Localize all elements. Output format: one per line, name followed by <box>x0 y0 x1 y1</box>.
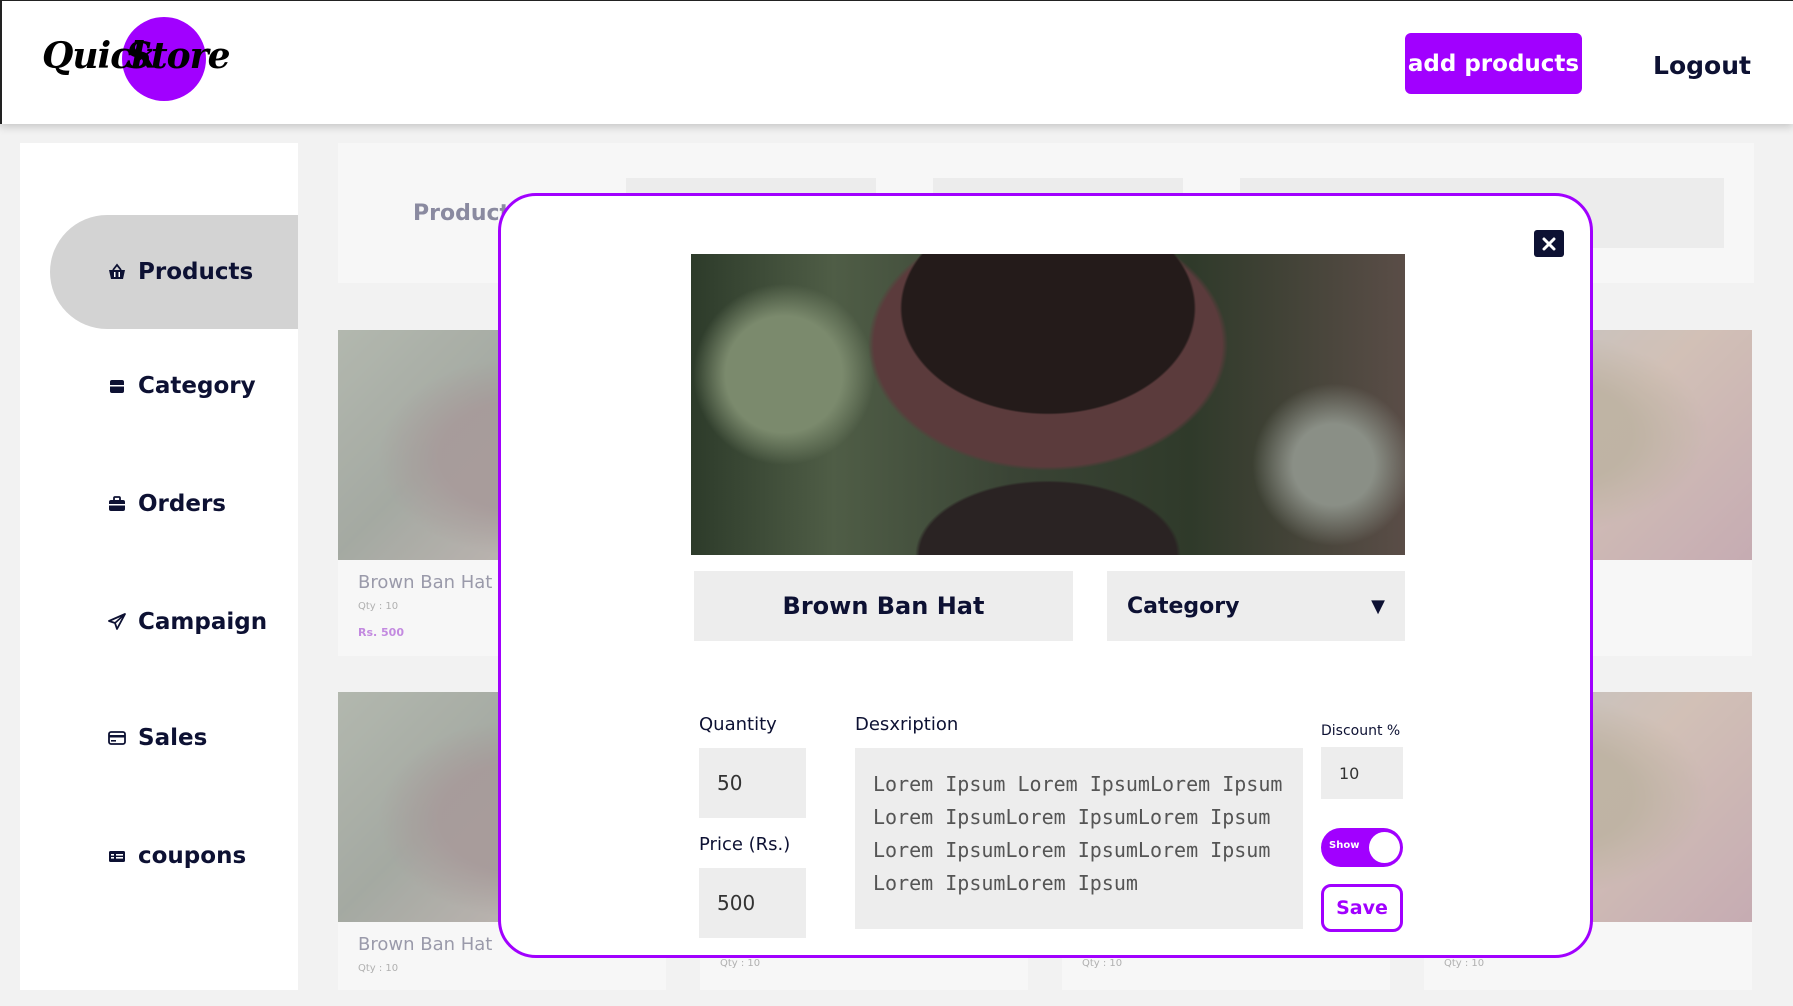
sidebar-item-label: Campaign <box>138 609 268 635</box>
sidebar-item-label: Products <box>138 259 254 285</box>
product-name-input[interactable] <box>694 571 1073 641</box>
toggle-label: Show <box>1329 840 1360 851</box>
sidebar-item-label: Sales <box>138 725 208 751</box>
box-icon <box>108 377 126 395</box>
sidebar-item-label: Orders <box>138 491 226 517</box>
save-button[interactable]: Save <box>1321 884 1403 932</box>
sidebar-item-sales[interactable]: Sales <box>50 681 298 795</box>
discount-input[interactable] <box>1321 747 1403 799</box>
price-label: Price (Rs.) <box>699 834 791 855</box>
sidebar-item-products[interactable]: Products <box>50 215 298 329</box>
money-bill-icon <box>108 847 126 865</box>
toggle-knob <box>1369 832 1400 863</box>
close-modal-button[interactable] <box>1534 230 1564 257</box>
price-input[interactable] <box>699 868 806 938</box>
product-hero-image[interactable] <box>691 254 1405 555</box>
briefcase-icon <box>108 495 126 513</box>
top-header: Quick Store add products Logout <box>0 0 1793 124</box>
sidebar-item-category[interactable]: Category <box>50 329 298 443</box>
sidebar-item-campaign[interactable]: Campaign <box>50 565 298 679</box>
discount-label: Discount % <box>1321 723 1401 739</box>
category-select-value: Category <box>1127 593 1240 619</box>
sidebar: Products Category Orders Campaign Sales … <box>20 143 298 990</box>
basket-icon <box>108 263 126 281</box>
description-textarea[interactable]: Lorem Ipsum Lorem IpsumLorem Ipsum Lorem… <box>855 748 1303 929</box>
edit-product-modal: Category ▼ Quantity Price (Rs.) Desxript… <box>498 193 1593 958</box>
sidebar-item-coupons[interactable]: coupons <box>50 799 298 913</box>
logo-word-store: Store <box>126 35 231 77</box>
filter-product-label: Product <box>413 201 511 226</box>
show-toggle[interactable]: Show <box>1321 828 1403 867</box>
credit-card-icon <box>108 729 126 747</box>
quick-store-logo[interactable]: Quick Store <box>42 17 231 103</box>
paper-plane-icon <box>108 613 126 631</box>
category-select[interactable]: Category ▼ <box>1107 571 1405 641</box>
description-label: Desxription <box>855 714 959 735</box>
add-products-button[interactable]: add products <box>1405 33 1582 94</box>
logout-button[interactable]: Logout <box>1642 45 1762 85</box>
sidebar-item-label: coupons <box>138 843 247 869</box>
sidebar-item-orders[interactable]: Orders <box>50 447 298 561</box>
sidebar-item-label: Category <box>138 373 256 399</box>
caret-down-icon: ▼ <box>1371 595 1385 617</box>
quantity-input[interactable] <box>699 748 806 818</box>
quantity-label: Quantity <box>699 714 777 735</box>
close-icon <box>1542 237 1556 250</box>
